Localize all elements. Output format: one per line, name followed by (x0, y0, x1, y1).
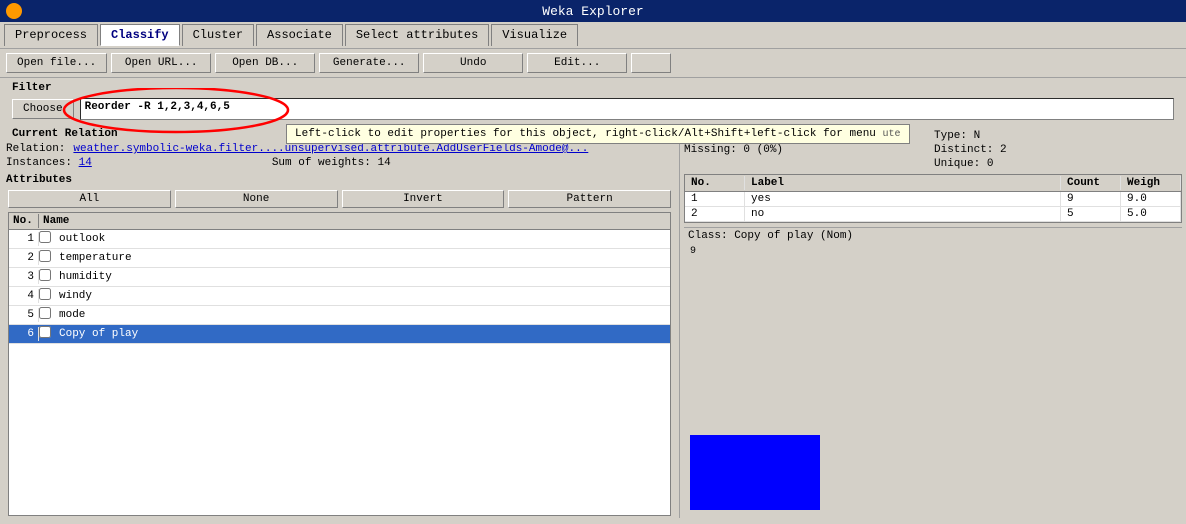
attributes-label: Attributes (0, 172, 679, 188)
filter-label: Filter (6, 80, 1180, 96)
type-value: N (974, 130, 981, 142)
attr-no: 2 (9, 251, 39, 265)
app-title: Weka Explorer (542, 4, 643, 19)
relation-label: Relation: (6, 143, 65, 155)
attr-name-cell: outlook (55, 232, 670, 246)
class-selector-row: Class: Copy of play (Nom) (684, 227, 1182, 244)
open-file-button[interactable]: Open file... (6, 53, 107, 73)
attr-checkbox[interactable] (39, 288, 55, 304)
tab-associate[interactable]: Associate (256, 24, 343, 46)
distinct-label: Distinct: (934, 144, 993, 156)
filter-tooltip: Left-click to edit properties for this o… (286, 124, 910, 144)
pattern-button[interactable]: Pattern (508, 190, 671, 208)
edit-button[interactable]: Edit... (527, 53, 627, 73)
attr-no: 4 (9, 289, 39, 303)
attr-name-cell: Copy of play (55, 327, 670, 341)
open-db-button[interactable]: Open DB... (215, 53, 315, 73)
attr-no: 5 (9, 308, 39, 322)
class-label: no (745, 207, 1061, 221)
tab-select-attributes[interactable]: Select attributes (345, 24, 489, 46)
attribute-row[interactable]: 3 humidity (9, 268, 670, 287)
tab-classify[interactable]: Classify (100, 24, 180, 46)
class-col-weight: Weigh (1121, 176, 1181, 190)
tab-cluster[interactable]: Cluster (182, 24, 254, 46)
class-weight: 5.0 (1121, 207, 1181, 221)
tab-visualize[interactable]: Visualize (491, 24, 578, 46)
open-url-button[interactable]: Open URL... (111, 53, 211, 73)
type-label: Type: (934, 130, 967, 142)
class-no: 2 (685, 207, 745, 221)
choose-button[interactable]: Choose (12, 99, 74, 119)
class-count: 9 (1061, 192, 1121, 206)
attr-no: 3 (9, 270, 39, 284)
chart-bars (690, 262, 1176, 510)
col-name-header: Name (39, 214, 670, 228)
class-col-count: Count (1061, 176, 1121, 190)
attr-checkbox[interactable] (39, 307, 55, 323)
title-bar: Weka Explorer (0, 0, 1186, 22)
chart-max-label: 9 (690, 246, 696, 257)
attribute-row[interactable]: 4 windy (9, 287, 670, 306)
left-panel: Current Relation Relation: weather.symbo… (0, 124, 680, 518)
all-button[interactable]: All (8, 190, 171, 208)
none-button[interactable]: None (175, 190, 338, 208)
tab-bar: Preprocess Classify Cluster Associate Se… (0, 22, 1186, 49)
class-weight: 9.0 (1121, 192, 1181, 206)
undo-button[interactable]: Undo (423, 53, 523, 73)
class-row: 1 yes 9 9.0 (685, 192, 1181, 207)
class-table-header: No. Label Count Weigh (685, 175, 1181, 192)
attribute-row[interactable]: 5 mode (9, 306, 670, 325)
weka-icon (6, 3, 22, 19)
generate-button[interactable]: Generate... (319, 53, 419, 73)
invert-button[interactable]: Invert (342, 190, 505, 208)
attribute-row[interactable]: 1 outlook (9, 230, 670, 249)
attr-checkbox[interactable] (39, 231, 55, 247)
filter-row: Choose Reorder -R 1,2,3,4,6,5 Left-click… (6, 96, 1180, 122)
attr-checkbox[interactable] (39, 269, 55, 285)
right-panel: Name: Copy of play Type: N Missing: 0 (0… (680, 124, 1186, 518)
toolbar: Open file... Open URL... Open DB... Gene… (0, 49, 1186, 78)
col-no-header: No. (9, 214, 39, 228)
attr-name-cell: mode (55, 308, 670, 322)
class-col-no: No. (685, 176, 745, 190)
attr-name-cell: temperature (55, 251, 670, 265)
sum-weights-label: Sum of weights: (272, 157, 371, 169)
unique-value: 0 (987, 158, 994, 170)
class-col-label: Label (745, 176, 1061, 190)
unique-label: Unique: (934, 158, 980, 170)
attr-checkbox[interactable] (39, 250, 55, 266)
class-label: yes (745, 192, 1061, 206)
sum-weights-value: 14 (377, 157, 390, 169)
attribute-table-header: No. Name (9, 213, 670, 230)
attribute-row[interactable]: 2 temperature (9, 249, 670, 268)
class-values-table: No. Label Count Weigh 1 yes 9 9.0 2 no 5… (684, 174, 1182, 223)
attribute-rows-container: 1 outlook 2 temperature 3 humidity 4 win… (9, 230, 670, 344)
attribute-table: No. Name 1 outlook 2 temperature 3 humid… (8, 212, 671, 516)
attr-name-cell: humidity (55, 270, 670, 284)
missing-value: 0 (0%) (743, 144, 783, 156)
missing-label: Missing: (684, 144, 737, 156)
attr-name-cell: windy (55, 289, 670, 303)
chart-bar-yes (690, 435, 820, 510)
extra-button[interactable] (631, 53, 671, 73)
main-area: Current Relation Relation: weather.symbo… (0, 124, 1186, 518)
class-row: 2 no 5 5.0 (685, 207, 1181, 222)
relation-value[interactable]: weather.symbolic-weka.filter....unsuperv… (73, 143, 588, 155)
filter-section: Filter Choose Reorder -R 1,2,3,4,6,5 Lef… (0, 78, 1186, 124)
attr-checkbox[interactable] (39, 326, 55, 342)
attr-no: 1 (9, 232, 39, 246)
class-no: 1 (685, 192, 745, 206)
attribute-buttons: All None Invert Pattern (0, 188, 679, 210)
chart-area: 9 (684, 244, 1182, 514)
distinct-value: 2 (1000, 144, 1007, 156)
instances-label: Instances: (6, 157, 72, 169)
tab-preprocess[interactable]: Preprocess (4, 24, 98, 46)
instances-value[interactable]: 14 (79, 157, 92, 169)
class-count: 5 (1061, 207, 1121, 221)
attribute-row[interactable]: 6 Copy of play (9, 325, 670, 344)
class-footer: Class: Copy of play (Nom) (688, 230, 853, 242)
class-rows-container: 1 yes 9 9.0 2 no 5 5.0 (685, 192, 1181, 222)
filter-text-display[interactable]: Reorder -R 1,2,3,4,6,5 (80, 98, 1174, 120)
attr-no: 6 (9, 327, 39, 341)
